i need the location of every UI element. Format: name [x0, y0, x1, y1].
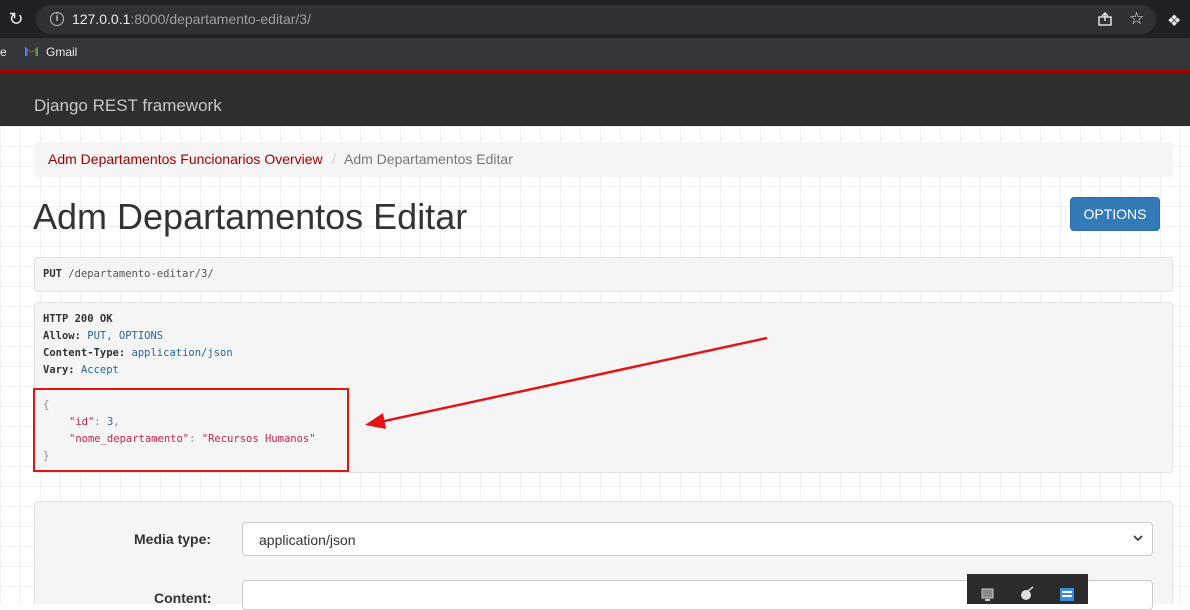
header-value: Accept	[80, 364, 119, 376]
taskbar-tray	[967, 574, 1088, 604]
response-header-allow: Allow: PUT, OPTIONS	[43, 330, 163, 342]
bookmarks-bar	[0, 38, 1190, 70]
bookmark-star-icon[interactable]: ☆	[1129, 9, 1144, 29]
media-type-label: Media type:	[134, 531, 212, 547]
gmail-icon	[25, 47, 38, 56]
response-status-text: HTTP 200 OK	[43, 313, 113, 325]
request-info: PUT /departamento-editar/3/	[34, 257, 1173, 292]
url-path: :8000/departamento-editar/3/	[130, 11, 311, 27]
options-button[interactable]: OPTIONS	[1070, 197, 1160, 231]
navbar: Django REST framework	[0, 70, 1190, 126]
header-key: Content-Type:	[43, 347, 126, 359]
share-icon[interactable]	[1097, 11, 1113, 27]
request-line: PUT /departamento-editar/3/	[43, 268, 214, 280]
header-key: Allow:	[43, 330, 81, 342]
bookmark-gmail-label: Gmail	[46, 45, 78, 59]
response-status: HTTP 200 OK	[43, 313, 113, 325]
breadcrumb-separator: /	[332, 151, 336, 167]
media-type-select[interactable]: application/json	[242, 522, 1153, 556]
reload-icon[interactable]: ↻	[6, 9, 26, 29]
header-key: Vary:	[43, 364, 75, 376]
site-info-icon[interactable]: i	[50, 12, 64, 26]
satellite-icon[interactable]	[1019, 586, 1035, 602]
response-header-content-type: Content-Type: application/json	[43, 347, 233, 359]
breadcrumb-active: Adm Departamentos Editar	[344, 151, 513, 167]
breadcrumb-link-overview[interactable]: Adm Departamentos Funcionarios Overview	[48, 151, 323, 167]
header-value: PUT, OPTIONS	[87, 330, 164, 342]
url-host: 127.0.0.1	[72, 11, 131, 27]
chevron-down-icon	[1133, 535, 1143, 542]
extensions-puzzle-icon[interactable]: ❖	[1167, 11, 1181, 31]
media-type-value: application/json	[259, 532, 356, 548]
page-title: Adm Departamentos Editar	[33, 196, 468, 237]
app-tray-icon[interactable]	[1059, 586, 1075, 602]
response-header-vary: Vary: Accept	[43, 364, 119, 376]
address-url[interactable]: 127.0.0.1:8000/departamento-editar/3/	[72, 11, 311, 27]
annotation-highlight-box	[33, 388, 349, 472]
address-bar[interactable]: i 127.0.0.1:8000/departamento-editar/3/ …	[36, 5, 1156, 34]
header-value: application/json	[131, 347, 233, 359]
request-path: /departamento-editar/3/	[68, 268, 214, 280]
request-method: PUT	[43, 268, 62, 280]
navbar-brand[interactable]: Django REST framework	[34, 96, 222, 116]
monitor-icon[interactable]	[980, 586, 996, 602]
browser-tab-bar: ↻ i 127.0.0.1:8000/departamento-editar/3…	[0, 0, 1190, 38]
breadcrumb: Adm Departamentos Funcionarios Overview …	[34, 142, 1173, 177]
bookmark-partial[interactable]: e	[0, 45, 7, 59]
